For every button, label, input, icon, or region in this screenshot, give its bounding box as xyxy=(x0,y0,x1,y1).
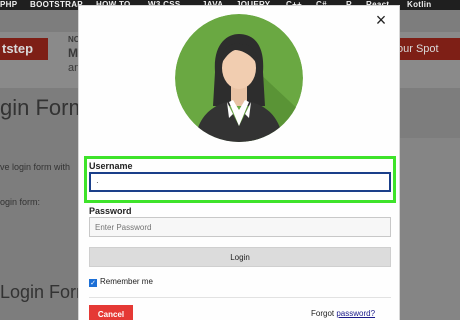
ad-logo[interactable]: tstep xyxy=(0,38,48,60)
ad-text-big: M xyxy=(68,46,78,60)
nav-item-bootstrap[interactable]: BOOTSTRAP xyxy=(30,0,83,10)
page-text-line: ve login form with xyxy=(0,162,71,172)
ad-cta-button[interactable]: our Spot xyxy=(394,38,460,60)
highlight-box xyxy=(84,156,396,203)
nav-item-php[interactable]: PHP xyxy=(0,0,17,10)
login-button[interactable]: Login xyxy=(89,247,391,267)
password-input[interactable] xyxy=(89,217,391,237)
close-icon[interactable]: × xyxy=(371,10,391,30)
forgot-prefix: Forgot xyxy=(311,309,337,318)
page-heading: gin Form xyxy=(0,95,87,120)
page-text-line: ogin form: xyxy=(0,197,41,207)
remember-label: Remember me xyxy=(100,277,153,286)
password-label: Password xyxy=(89,206,132,216)
login-modal: × Username Password Login ✓ Rem xyxy=(78,5,400,320)
forgot-password: Forgot password? xyxy=(311,309,375,318)
nav-item-kotlin[interactable]: Kotlin xyxy=(407,0,431,10)
divider xyxy=(89,297,391,298)
background-panel xyxy=(400,138,460,320)
avatar-icon xyxy=(175,14,303,142)
remember-checkbox[interactable]: ✓ xyxy=(89,279,97,287)
cancel-button[interactable]: Cancel xyxy=(89,305,133,320)
forgot-password-link[interactable]: password? xyxy=(336,309,375,318)
